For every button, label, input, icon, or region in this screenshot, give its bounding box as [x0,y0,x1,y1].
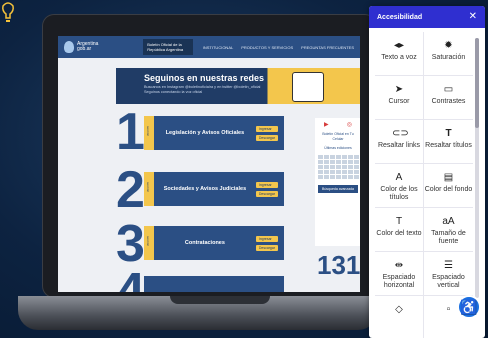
logo-text: Argentina gob.ar [77,41,99,52]
section-number-2: 2 [116,161,145,219]
youtube-icon[interactable]: ▶ [324,121,329,128]
close-icon[interactable]: ✕ [469,12,477,22]
background-color-icon: ▤ [443,172,454,183]
card-download-button[interactable]: Descargar [255,190,278,197]
site-nav: INSTITUCIONAL PRODUCTOS Y SERVICIOS PREG… [203,45,354,50]
lightbulb-icon [0,2,16,26]
option-label: Texto a voz [381,54,417,61]
section-card-1[interactable]: sección Legislación y Avisos Oficiales I… [144,116,284,150]
card-enter-button[interactable]: Ingresar [255,125,278,132]
option-highlight-titles[interactable]: T Resaltar títulos [424,120,473,164]
option-label: Tamaño de fuente [431,230,466,245]
card-title: Sociedades y Avisos Judiciales [163,185,247,192]
calendar-title: Últimas ediciones [324,146,352,150]
laptop-screen: Argentina gob.ar Boletín Oficial de la R… [58,36,360,292]
option-label: Color de los títulos [380,186,418,201]
nav-item-preguntas[interactable]: PREGUNTAS FRECUENTES [301,45,354,50]
side-text: Boletín Oficial en Tu Celular [322,132,354,141]
social-banner[interactable]: Seguinos en nuestras redes Buscanos en I… [116,68,360,104]
accessibility-body: ◂▸ Texto a voz ✹ Saturación ➤ Cursor ▭ C… [369,28,485,338]
counter-box: 131 [315,250,360,292]
card-download-button[interactable]: Descargar [255,134,278,141]
option-label: Espaciado vertical [432,274,465,289]
option-label: Resaltar títulos [425,142,472,149]
option-background-color[interactable]: ▤ Color del fondo [424,164,473,208]
section-number-1: 1 [116,103,145,161]
card-download-button[interactable]: Descargar [255,244,278,251]
more-icon-2: ▫ [446,304,451,315]
horizontal-spacing-icon: ⇹ [394,260,404,271]
counter-number: 131 [317,250,360,280]
side-panel: ▶ ◎ Boletín Oficial en Tu Celular Última… [315,118,360,246]
option-highlight-links[interactable]: ⊂⊃ Resaltar links [375,120,424,164]
advanced-search-button[interactable]: Búsqueda avanzada [318,185,358,193]
instagram-icon[interactable]: ◎ [347,121,352,128]
logo-mark [64,41,74,53]
nav-item-institucional[interactable]: INSTITUCIONAL [203,45,233,50]
vertical-spacing-icon: ☰ [444,260,453,271]
accessibility-options: ◂▸ Texto a voz ✹ Saturación ➤ Cursor ▭ C… [375,32,473,338]
option-vertical-spacing[interactable]: ☰ Espaciado vertical [424,252,473,296]
link-icon: ⊂⊃ [392,128,409,139]
banner-title: Seguinos en nuestras redes [144,73,265,83]
cursor-icon: ➤ [394,84,404,95]
social-icons: ▶ ◎ [315,118,360,130]
text-to-speech-icon: ◂▸ [393,40,405,51]
contrast-icon: ▭ [443,84,454,95]
section-card-4[interactable] [144,276,284,292]
card-title: Contrataciones [184,239,225,246]
title-color-icon: A [395,172,403,183]
card-enter-button[interactable]: Ingresar [255,181,278,188]
scrollbar-thumb[interactable] [475,38,479,128]
card-enter-button[interactable]: Ingresar [255,235,278,242]
font-size-icon: aA [442,216,455,227]
card-stripe: sección [144,116,154,150]
scrollbar[interactable] [475,38,479,298]
option-text-to-speech[interactable]: ◂▸ Texto a voz [375,32,424,76]
option-text-color[interactable]: T Color del texto [375,208,424,252]
nav-item-productos[interactable]: PRODUCTOS Y SERVICIOS [241,45,293,50]
option-font-size[interactable]: aA Tamaño de fuente [424,208,473,252]
phone-image [292,72,324,102]
option-label: Color del fondo [424,186,473,193]
option-label: Contrastes [431,98,466,105]
more-icon: ◇ [395,304,403,315]
option-more[interactable]: ◇ [375,296,424,338]
accessibility-title: Accesibilidad [377,13,423,21]
section-card-3[interactable]: sección Contrataciones Ingresar Descarga… [144,226,284,260]
laptop-notch [170,296,270,304]
accessibility-panel: Accesibilidad ✕ ◂▸ Texto a voz ✹ Saturac… [369,6,485,338]
option-saturation[interactable]: ✹ Saturación [424,32,473,76]
site-logo[interactable]: Argentina gob.ar [64,41,133,53]
option-label: Cursor [388,98,410,105]
section-card-2[interactable]: sección Sociedades y Avisos Judiciales I… [144,172,284,206]
option-title-color[interactable]: A Color de los títulos [375,164,424,208]
saturation-icon: ✹ [444,40,453,51]
option-label: Color del texto [376,230,422,237]
banner-subtitle: Buscanos en Instagram @boletinoficialra … [144,85,261,94]
text-color-icon: T [395,216,403,227]
option-horizontal-spacing[interactable]: ⇹ Espaciado horizontal [375,252,424,296]
card-title: Legislación y Avisos Oficiales [165,129,245,136]
site-header: Argentina gob.ar Boletín Oficial de la R… [58,36,360,58]
option-contrast[interactable]: ▭ Contrastes [424,76,473,120]
accessibility-header: Accesibilidad ✕ [369,6,485,28]
option-label: Saturación [431,54,466,61]
title-icon: T [445,128,452,139]
accessibility-person-icon[interactable]: ♿ [457,295,481,319]
calendar[interactable] [315,153,360,181]
option-cursor[interactable]: ➤ Cursor [375,76,424,120]
section-number-4: 4 [116,263,145,292]
site-tag: Boletín Oficial de la República Argentin… [143,39,193,55]
option-label: Resaltar links [377,142,420,149]
card-stripe: sección [144,172,154,206]
card-stripe: sección [144,226,154,260]
option-label: Espaciado horizontal [382,274,416,289]
